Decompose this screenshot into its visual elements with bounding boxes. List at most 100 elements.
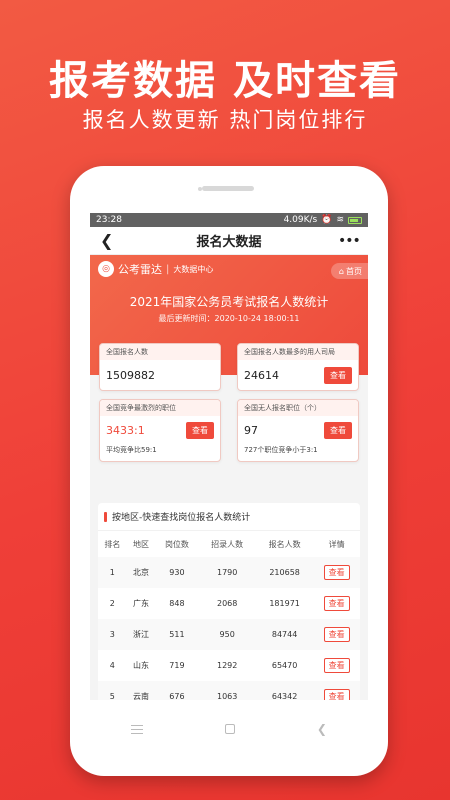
cell-recruits: 1790 [198,557,256,588]
card-label: 全国报名人数最多的用人司局 [238,344,358,360]
cell-region: 山东 [133,661,150,670]
card-body: 24614 查看 [238,360,358,390]
table-row: 3 浙江 511 950 84744 查看 [98,619,360,650]
card-value: 24614 [244,368,279,382]
cell-rank: 5 [98,681,127,700]
status-time: 23:28 [96,215,122,225]
cell-applicants: 181971 [269,599,300,608]
cell-detail: 查看 [313,681,360,700]
phone-frame: 23:28 4.09K/s ⏰ ≋ ❮ 报名大数据 ••• ◎ 公考雷达 | 大… [70,166,388,776]
alarm-icon: ⏰ [321,215,333,225]
cell-positions: 848 [169,599,185,608]
card-label: 全国无人报名职位（个） [238,400,358,416]
card-no-applicant-positions: 全国无人报名职位（个） 97 查看 727个职位竞争小于3:1 [237,399,359,462]
hero-subtitle: 报名人数更新 热门岗位排行 [82,108,368,132]
view-detail-button[interactable]: 查看 [323,596,350,611]
cell-applicants: 65470 [271,661,298,670]
column-header: 地区 [126,531,156,557]
card-note: 727个职位竞争小于3:1 [244,446,318,454]
cell-recruits: 950 [198,619,256,650]
nav-bar: ❮ 报名大数据 ••• [90,227,368,255]
card-row-2: 全国竞争最激烈的职位 3433:1 查看 平均竞争比59:1 全国无人报名职位（… [90,399,368,462]
home-button[interactable]: ⌂ 首页 [330,263,368,279]
view-detail-button[interactable]: 查看 [323,658,350,673]
column-header: 招录人数 [198,531,256,557]
cell-positions: 930 [155,557,199,588]
section-header: 按地区-快速查找岗位报名人数统计 [98,503,360,531]
cell-detail: 查看 [313,557,360,588]
column-header: 岗位数 [155,531,199,557]
status-bar: 23:28 4.09K/s ⏰ ≋ [90,213,368,227]
cell-rank: 4 [109,661,115,670]
cell-recruits: 2068 [217,599,238,608]
view-button[interactable]: 查看 [186,422,214,439]
card-fiercest-position: 全国竞争最激烈的职位 3433:1 查看 平均竞争比59:1 [99,399,221,462]
status-indicators: 4.09K/s ⏰ ≋ [284,215,362,225]
card-row-1: 全国报名人数 1509882 全国报名人数最多的用人司局 24614 查看 [90,343,368,391]
cell-positions: 719 [169,661,185,670]
brand: ◎ 公考雷达 | 大数据中心 [98,261,213,277]
card-total-applicants: 全国报名人数 1509882 [99,343,221,391]
brand-subtitle: 大数据中心 [173,264,214,274]
more-dots-icon[interactable]: ••• [338,233,361,249]
brand-name: 公考雷达 [118,263,162,276]
view-button[interactable]: 查看 [324,366,352,384]
cell-detail: 查看 [313,619,360,650]
view-detail-button[interactable]: 查看 [323,689,350,700]
table-row: 4 山东 719 1292 65470 查看 [98,650,360,681]
cell-recruits: 1292 [217,661,238,670]
card-value: 97 [244,424,258,437]
cell-region: 北京 [126,557,156,588]
update-time: 最后更新时间：2020-10-24 18:00:11 [158,314,300,323]
system-back-icon[interactable]: ❮ [317,722,327,736]
page-title: 报名大数据 [196,235,262,250]
menu-icon[interactable] [130,724,143,734]
cell-region: 广东 [133,599,150,608]
banner-title: 2021年国家公务员考试报名人数统计 [129,295,329,309]
cell-detail: 查看 [313,650,360,681]
wifi-icon: ≋ [336,215,344,225]
cell-recruits: 1063 [198,681,256,700]
card-value: 1509882 [106,368,155,382]
section-title: 按地区-快速查找岗位报名人数统计 [112,513,251,523]
summary-cards: 全国报名人数 1509882 全国报名人数最多的用人司局 24614 查看 全国… [90,343,368,462]
card-label: 全国报名人数 [100,344,220,360]
home-label: 首页 [346,266,362,276]
phone-speaker [202,186,254,191]
cell-rank: 2 [109,599,115,608]
brand-separator: | [166,263,170,275]
cell-region: 云南 [126,681,156,700]
column-header: 报名人数 [255,531,314,557]
cell-rank: 1 [98,557,127,588]
cell-region: 浙江 [126,619,156,650]
table-row: 2 广东 848 2068 181971 查看 [98,588,360,619]
cell-detail: 查看 [313,588,360,619]
cell-rank: 3 [98,619,127,650]
cell-applicants: 64342 [255,681,314,700]
battery-icon [348,216,362,224]
table-row: 5 云南 676 1063 64342 查看 [98,681,360,700]
cell-positions: 511 [155,619,199,650]
card-body: 1509882 [100,360,220,390]
radar-logo-icon: ◎ [98,261,114,277]
home-square-icon[interactable] [224,724,235,734]
region-table: 排名 地区 岗位数 招录人数 报名人数 详情 1 北京 930 1790 210 [98,531,360,700]
system-nav-bar: ❮ [90,714,368,744]
back-chevron-icon[interactable]: ❮ [100,231,120,250]
column-header: 排名 [98,531,127,557]
region-stats-section: 按地区-快速查找岗位报名人数统计 排名 地区 岗位数 招录人数 报名人数 详情 … [98,503,360,700]
column-header: 详情 [313,531,360,557]
cell-applicants: 84744 [255,619,314,650]
card-value: 3433:1 [106,424,145,437]
cell-applicants: 210658 [255,557,314,588]
card-body: 97 查看 [238,416,358,445]
card-body: 3433:1 查看 [100,416,220,445]
view-button[interactable]: 查看 [324,422,352,439]
table-row: 1 北京 930 1790 210658 查看 [98,557,360,588]
card-label: 全国竞争最激烈的职位 [100,400,220,416]
home-icon: ⌂ [338,266,344,276]
view-detail-button[interactable]: 查看 [323,565,350,580]
view-detail-button[interactable]: 查看 [323,627,350,642]
cell-positions: 676 [155,681,199,700]
table-header-row: 排名 地区 岗位数 招录人数 报名人数 详情 [98,531,360,557]
